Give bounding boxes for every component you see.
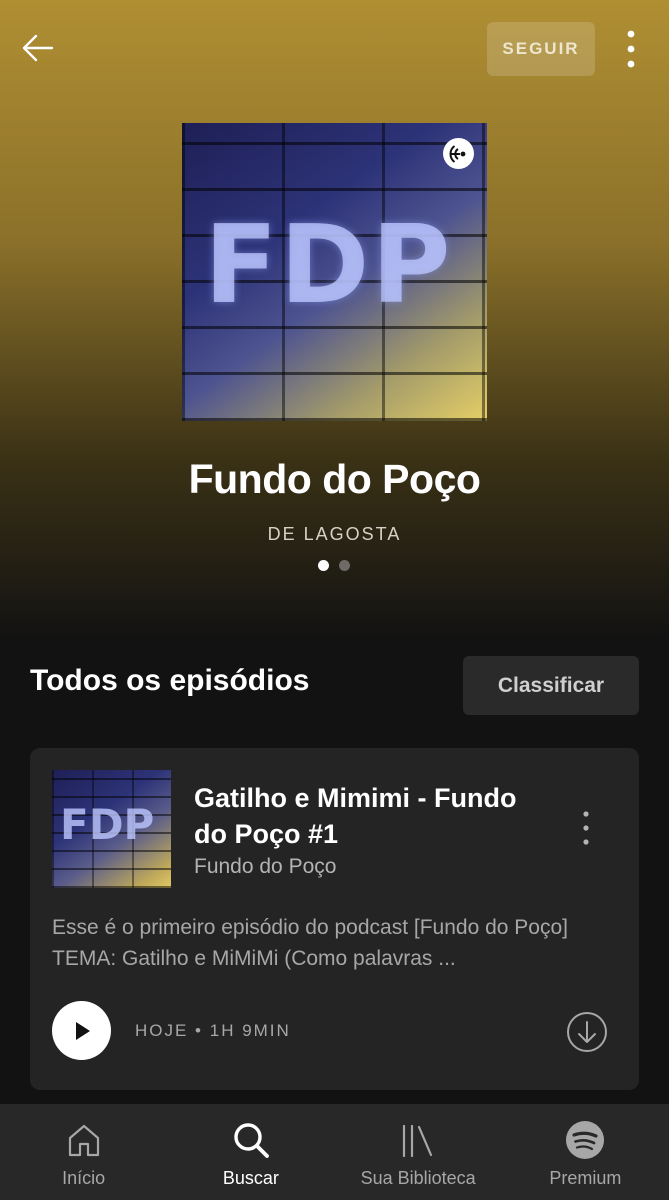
episode-meta: HOJE • 1H 9MIN	[135, 1021, 291, 1040]
library-icon	[403, 1124, 433, 1158]
cover-art-lettering: FDP	[204, 203, 453, 328]
more-vertical-icon	[583, 811, 589, 845]
episode-more-button[interactable]	[576, 808, 596, 848]
download-button[interactable]	[566, 1011, 608, 1053]
podcast-badge-icon	[443, 138, 474, 169]
download-icon	[567, 1012, 607, 1052]
nav-item-premium[interactable]: Premium	[502, 1104, 669, 1200]
more-options-button[interactable]	[618, 28, 644, 70]
thumb-art-lettering: FDP	[60, 800, 155, 849]
episode-card[interactable]: FDP Gatilho e Mimimi - Fundo do Poço #1 …	[30, 748, 639, 1090]
pager-dots	[318, 560, 350, 571]
follow-button[interactable]: SEGUIR	[487, 22, 595, 76]
episode-show-name: Fundo do Poço	[194, 855, 337, 878]
pager-dot-2[interactable]	[339, 560, 350, 571]
nav-item-search[interactable]: Buscar	[167, 1104, 334, 1200]
nav-label-premium: Premium	[549, 1168, 622, 1188]
more-vertical-icon	[627, 30, 635, 68]
sort-button[interactable]: Classificar	[463, 656, 639, 715]
pager-dot-1[interactable]	[318, 560, 329, 571]
back-button[interactable]	[18, 28, 58, 68]
play-icon	[75, 1021, 90, 1040]
nav-label-library: Sua Biblioteca	[360, 1168, 476, 1188]
nav-item-home[interactable]: Início	[0, 1104, 167, 1200]
play-button[interactable]	[52, 1001, 111, 1060]
nav-label-search: Buscar	[222, 1168, 279, 1188]
nav-item-library[interactable]: Sua Biblioteca	[335, 1104, 502, 1200]
episode-title[interactable]: Gatilho e Mimimi - Fundo do Poço #1	[194, 780, 534, 852]
bottom-navigation: Início Buscar Sua Biblioteca Premium	[0, 1104, 669, 1200]
podcast-cover-art: FDP	[182, 123, 487, 421]
arrow-left-icon	[22, 34, 54, 62]
search-icon	[234, 1123, 269, 1158]
episode-description: Esse é o primeiro episódio do podcast [F…	[52, 916, 568, 970]
podcast-title: Fundo do Poço	[188, 456, 481, 502]
home-icon	[68, 1124, 99, 1157]
nav-label-home: Início	[62, 1168, 106, 1188]
podcast-author[interactable]: DE LAGOSTA	[0, 524, 669, 545]
spotify-icon	[566, 1121, 605, 1159]
section-title: Todos os episódios	[30, 664, 310, 697]
episode-thumbnail: FDP	[52, 770, 171, 888]
